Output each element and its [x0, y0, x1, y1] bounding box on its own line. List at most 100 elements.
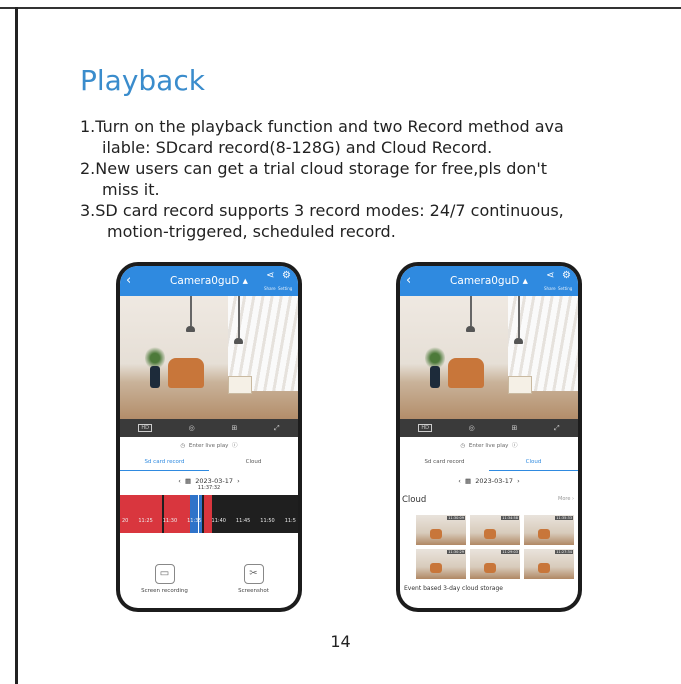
gear-icon[interactable]: ⚙: [282, 270, 291, 281]
cloud-thumbnails: 11:30:09 11:34:58 11:35:33 11:30:29 11:2…: [416, 515, 574, 579]
step-1: 1.Turn on the playback function and two …: [80, 116, 650, 158]
lamp-shade: [186, 326, 195, 332]
fullscreen-icon[interactable]: ⤢: [554, 424, 560, 433]
video-camera-icon: ▭: [154, 564, 175, 584]
tick-label: 11:25: [138, 518, 153, 524]
record-tabs: Sd card record Cloud: [120, 455, 298, 471]
tick-label: 11:5: [284, 518, 296, 524]
armchair: [430, 563, 442, 573]
tab-sd-record[interactable]: Sd card record: [120, 455, 209, 471]
screen-recording-button[interactable]: ▭ Screen recording: [120, 558, 209, 606]
share-icon[interactable]: ⋖: [546, 270, 554, 281]
armchair: [538, 563, 550, 573]
cloud-clip[interactable]: 11:30:09: [416, 515, 466, 545]
cloud-header: Cloud More ›: [400, 491, 578, 509]
screenshot-button[interactable]: ✂ Screenshot: [209, 558, 298, 606]
step-2-line2: miss it.: [102, 180, 160, 199]
pendant-lamp: [190, 296, 192, 326]
armchair: [484, 563, 496, 573]
cloud-footer-text: Event based 3-day cloud storage: [404, 585, 503, 592]
lamp-shade: [234, 338, 243, 344]
record-segment: [204, 495, 212, 533]
pendant-lamp: [518, 296, 520, 338]
cloud-clip[interactable]: 11:35:33: [524, 515, 574, 545]
tick-label: 11:30: [162, 518, 178, 524]
video-controls: HD ◎ ⊞ ⤢: [400, 419, 578, 437]
top-border: [0, 7, 681, 9]
tab-cloud[interactable]: Cloud: [489, 455, 578, 471]
side-table: [228, 376, 252, 394]
screen-recording-label: Screen recording: [141, 588, 188, 594]
share-icon[interactable]: ⋖: [266, 270, 274, 281]
tab-cloud[interactable]: Cloud: [209, 455, 298, 471]
clip-time: 11:35:33: [555, 516, 573, 520]
current-time: 11:37:32: [197, 485, 221, 491]
vase: [150, 366, 160, 388]
clip-time: 11:30:09: [447, 516, 465, 520]
cloud-clip[interactable]: 11:27:34: [524, 549, 574, 579]
timeline-ticks: 20 11:25 11:30 11:35 11:40 11:45 11:50 1…: [120, 518, 298, 524]
tick-label: 20: [122, 518, 129, 524]
tab-sd-record[interactable]: Sd card record: [400, 455, 489, 471]
tick-label: 11:45: [235, 518, 251, 524]
app-bar: ‹ Camera0guD ▴ ⋖ Share ⚙ Setting: [120, 266, 298, 296]
armchair: [448, 358, 484, 388]
fullscreen-icon[interactable]: ⤢: [274, 424, 280, 433]
step-2-line1: 2.New users can get a trial cloud storag…: [80, 159, 548, 178]
clip-time: 11:30:29: [447, 550, 465, 554]
playback-timeline[interactable]: 20 11:25 11:30 11:35 11:40 11:45 11:50 1…: [120, 495, 298, 533]
enter-live-row[interactable]: ◷ Enter live play ⓘ: [120, 437, 298, 455]
tick-label: 11:50: [260, 518, 275, 524]
video-controls: HD ◎ ⊞ ⤢: [120, 419, 298, 437]
hd-button[interactable]: HD: [138, 424, 152, 432]
lamp-shade: [466, 326, 475, 332]
share-label: Share: [544, 286, 556, 291]
pendant-lamp: [470, 296, 472, 326]
cloud-clip[interactable]: 11:30:29: [416, 549, 466, 579]
record-segment: [120, 495, 162, 533]
armchair: [484, 529, 496, 539]
tick-label: 11:35: [187, 518, 202, 524]
step-1-line1: 1.Turn on the playback function and two …: [80, 117, 564, 136]
phone-cloud-record: ‹ Camera0guD ▴ ⋖ Share ⚙ Setting HD ◎ ⊞ …: [396, 262, 582, 612]
left-border: [15, 7, 18, 684]
gear-icon[interactable]: ⚙: [562, 270, 571, 281]
setting-label: Setting: [278, 286, 293, 291]
split-icon[interactable]: ⊞: [231, 424, 237, 432]
cloud-label: Cloud: [402, 495, 427, 505]
phone-sd-record: ‹ Camera0guD ▴ ⋖ Share ⚙ Setting HD ◎ ⊞ …: [116, 262, 302, 612]
step-2: 2.New users can get a trial cloud storag…: [80, 158, 650, 200]
share-label: Share: [264, 286, 276, 291]
audio-icon[interactable]: ◎: [189, 424, 195, 432]
lamp-shade: [514, 338, 523, 344]
bottom-actions: ▭ Screen recording ✂ Screenshot: [120, 558, 298, 606]
camera-video[interactable]: [400, 296, 578, 419]
split-icon[interactable]: ⊞: [511, 424, 517, 432]
scissors-icon: ✂: [243, 564, 264, 584]
screenshot-label: Screenshot: [238, 588, 269, 594]
clip-time: 11:27:34: [555, 550, 573, 554]
more-link[interactable]: More ›: [558, 496, 574, 502]
audio-icon[interactable]: ◎: [469, 424, 475, 432]
step-1-line2: ilable: SDcard record(8-128G) and Cloud …: [102, 138, 493, 157]
motion-segment: [190, 495, 202, 533]
armchair: [430, 529, 442, 539]
record-segment: [164, 495, 190, 533]
step-3-line1: 3.SD card record supports 3 record modes…: [80, 201, 564, 220]
tick-label: 11:40: [211, 518, 226, 524]
camera-video[interactable]: [120, 296, 298, 419]
hd-button[interactable]: HD: [418, 424, 432, 432]
vase: [430, 366, 440, 388]
armchair: [538, 529, 550, 539]
date-picker[interactable]: ‹ ▦ 2023-03-17 ›: [400, 471, 578, 491]
cloud-clip[interactable]: 11:29:03: [470, 549, 520, 579]
app-bar: ‹ Camera0guD ▴ ⋖ Share ⚙ Setting: [400, 266, 578, 296]
page-title: Playback: [80, 64, 205, 97]
phone-screen: ‹ Camera0guD ▴ ⋖ Share ⚙ Setting HD ◎ ⊞ …: [120, 266, 298, 608]
cloud-clip[interactable]: 11:34:58: [470, 515, 520, 545]
setting-label: Setting: [558, 286, 573, 291]
side-table: [508, 376, 532, 394]
enter-live-row[interactable]: ◷ Enter live play ⓘ: [400, 437, 578, 455]
instructions: 1.Turn on the playback function and two …: [80, 116, 650, 242]
timeline-cursor[interactable]: [198, 495, 199, 533]
